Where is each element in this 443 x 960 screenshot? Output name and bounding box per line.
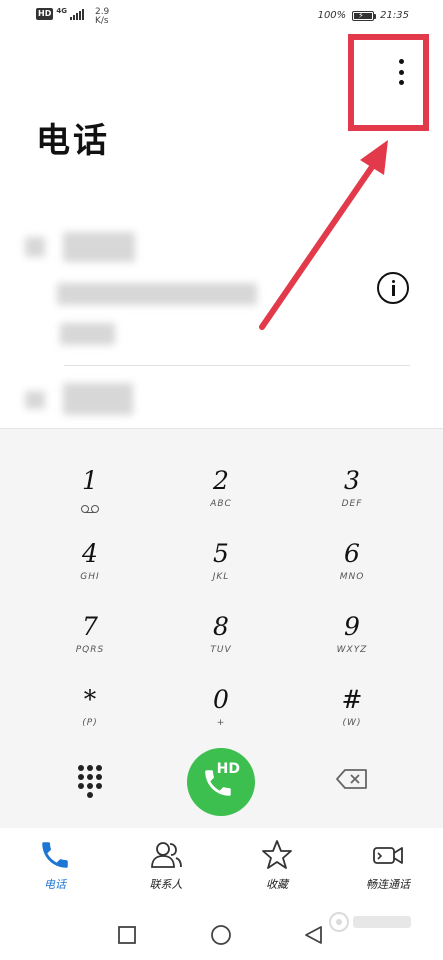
divider xyxy=(64,365,410,366)
home-circle-icon[interactable] xyxy=(209,923,233,947)
key-4[interactable]: 4 GHI xyxy=(30,537,150,603)
status-left: HD 4G 2.9 K/s xyxy=(36,7,109,26)
hd-badge: HD xyxy=(36,8,54,20)
dialpad-toggle-button[interactable] xyxy=(77,765,103,798)
recents-square-icon[interactable] xyxy=(115,923,139,947)
tab-label: 收藏 xyxy=(266,878,288,891)
tab-label: 联系人 xyxy=(149,878,183,891)
back-triangle-icon[interactable] xyxy=(302,923,326,947)
key-star[interactable]: * (P) xyxy=(30,683,150,749)
key-6[interactable]: 6 MNO xyxy=(292,537,412,603)
charging-icon: ⚡ xyxy=(358,10,364,20)
call-log[interactable] xyxy=(0,215,443,425)
info-icon[interactable] xyxy=(377,272,409,304)
key-1[interactable]: 1 xyxy=(30,464,150,530)
tab-label: 电话 xyxy=(44,878,66,891)
status-bar: HD 4G 2.9 K/s 100% ⚡ 21:35 xyxy=(0,0,443,30)
tab-contacts[interactable]: 联系人 xyxy=(111,838,221,900)
network-type: 4G xyxy=(56,7,67,15)
key-9[interactable]: 9 WXYZ xyxy=(292,610,412,676)
key-8[interactable]: 8 TUV xyxy=(161,610,281,676)
battery-percent: 100% xyxy=(317,10,347,21)
key-2[interactable]: 2 ABC xyxy=(161,464,281,530)
tab-bar: 电话 联系人 收藏 畅连通话 xyxy=(0,838,443,900)
tab-phone[interactable]: 电话 xyxy=(0,838,110,900)
dialpad-actions: HD xyxy=(0,748,443,829)
contacts-icon xyxy=(151,842,182,868)
call-button[interactable]: HD xyxy=(187,748,255,816)
key-7[interactable]: 7 PQRS xyxy=(30,610,150,676)
hd-label: HD xyxy=(216,761,240,777)
tab-label: 畅连通话 xyxy=(366,878,410,891)
key-3[interactable]: 3 DEF xyxy=(292,464,412,530)
clock: 21:35 xyxy=(380,10,409,21)
watermark-logo xyxy=(329,912,411,932)
star-icon xyxy=(262,840,292,869)
backspace-icon xyxy=(336,769,367,789)
status-right: 100% ⚡ 21:35 xyxy=(318,10,409,21)
dialpad: 1 2 ABC 3 DEF 4 GHI 5 JKL 6 MNO 7 PQRS 8… xyxy=(0,428,443,828)
key-5[interactable]: 5 JKL xyxy=(161,537,281,603)
video-call-icon xyxy=(373,847,403,864)
more-vertical-icon xyxy=(398,59,404,64)
phone-icon xyxy=(42,842,68,868)
battery-icon: ⚡ xyxy=(352,10,377,21)
tab-meetime[interactable]: 畅连通话 xyxy=(333,838,443,900)
key-0[interactable]: 0 + xyxy=(161,683,281,749)
key-hash[interactable]: # (W) xyxy=(292,683,412,749)
network-speed: 2.9 K/s xyxy=(95,8,109,26)
page-title: 电话 xyxy=(36,121,110,161)
voicemail-icon xyxy=(80,505,100,513)
tab-favorites[interactable]: 收藏 xyxy=(222,838,332,900)
signal-icon xyxy=(69,9,84,20)
speed-unit: K/s xyxy=(94,16,109,26)
more-options-button[interactable] xyxy=(388,57,414,87)
delete-button[interactable] xyxy=(336,769,368,789)
